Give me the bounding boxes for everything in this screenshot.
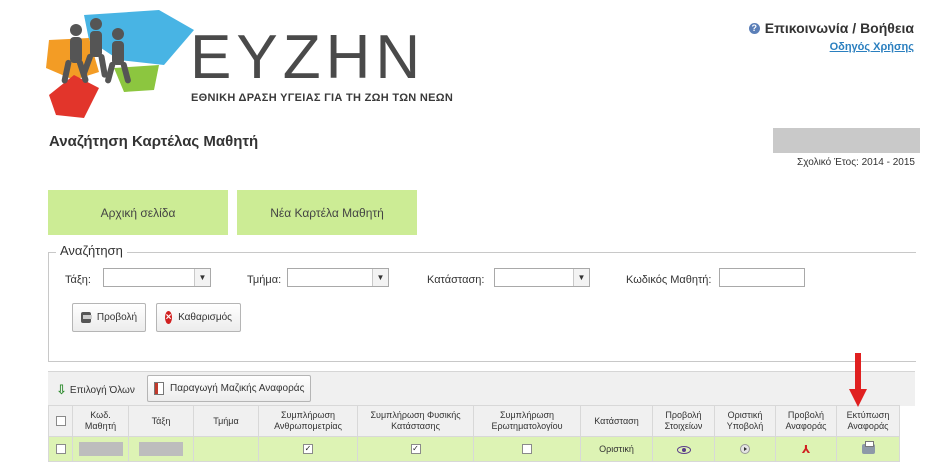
eye-icon[interactable] xyxy=(676,445,691,454)
clear-icon: × xyxy=(165,311,173,324)
header-status: Κατάσταση xyxy=(580,405,653,437)
section-select[interactable]: ▼ xyxy=(287,268,389,287)
cell-class xyxy=(128,436,194,462)
header-student-code: Κωδ. Μαθητή xyxy=(72,405,129,437)
mass-report-label: Παραγωγή Μαζικής Αναφοράς xyxy=(170,383,305,394)
user-guide-link[interactable]: Οδηγός Χρήσης xyxy=(830,41,914,53)
annotation-arrow-icon xyxy=(849,353,867,407)
chevron-down-icon: ▼ xyxy=(372,269,388,286)
search-legend: Αναζήτηση xyxy=(56,243,127,258)
question-icon: ? xyxy=(748,22,760,34)
binoculars-icon xyxy=(81,312,92,323)
clear-button-label: Καθαρισμός xyxy=(178,312,232,323)
cell-fitness: ✓ xyxy=(357,436,474,462)
cell-section xyxy=(193,436,259,462)
cell-view-report[interactable]: ⅄ xyxy=(775,436,837,462)
table-header-row: Κωδ. Μαθητή Τάξη Τμήμα Συμπλήρωση Ανθρωπ… xyxy=(48,405,900,437)
header-final-submit: Οριστική Υποβολή xyxy=(714,405,776,437)
class-label: Τάξη: xyxy=(65,274,91,286)
header-checkbox[interactable] xyxy=(55,416,66,427)
header-section: Τμήμα xyxy=(193,405,259,437)
home-button[interactable]: Αρχική σελίδα xyxy=(48,190,228,235)
page-title: Αναζήτηση Καρτέλας Μαθητή xyxy=(49,133,259,150)
status-select[interactable]: ▼ xyxy=(494,268,590,287)
logo-subtitle: ΕΘΝΙΚΗ ΔΡΑΣΗ ΥΓΕΙΑΣ ΓΙΑ ΤΗ ΖΩΗ ΤΩΝ ΝΕΩΝ xyxy=(191,92,454,104)
header-print-report: Εκτύπωση Αναφοράς xyxy=(836,405,900,437)
header-select[interactable] xyxy=(48,405,73,437)
cell-questionnaire xyxy=(473,436,581,462)
chevron-down-icon: ▼ xyxy=(194,269,210,286)
cell-status: Οριστική xyxy=(580,436,653,462)
questionnaire-checkbox xyxy=(522,444,532,455)
student-code-label: Κωδικός Μαθητή: xyxy=(626,274,712,286)
table-row: ✓ ✓ Οριστική ⅄ xyxy=(48,436,900,462)
chevron-down-icon: ▼ xyxy=(573,269,589,286)
report-icon xyxy=(154,382,164,395)
school-year: Σχολικό Έτος: 2014 - 2015 xyxy=(797,157,915,168)
school-name-redacted xyxy=(773,128,920,153)
cell-final-submit[interactable] xyxy=(714,436,776,462)
fitness-checkbox: ✓ xyxy=(410,444,421,455)
clear-button[interactable]: × Καθαρισμός xyxy=(156,303,241,332)
redacted-value xyxy=(139,442,183,456)
help-link-label: Επικοινωνία / Βοήθεια xyxy=(764,20,914,36)
select-all-button[interactable]: ⇩ Επιλογή Όλων xyxy=(56,382,135,398)
cell-student-code xyxy=(72,436,129,462)
redacted-value xyxy=(78,442,123,456)
section-label: Τμήμα: xyxy=(247,274,282,286)
cell-anthropometry: ✓ xyxy=(258,436,358,462)
status-label: Κατάσταση: xyxy=(427,274,485,286)
printer-icon[interactable] xyxy=(861,441,875,455)
select-all-label: Επιλογή Όλων xyxy=(69,384,135,396)
header-class: Τάξη xyxy=(128,405,194,437)
row-checkbox[interactable] xyxy=(55,444,66,455)
header-fitness: Συμπλήρωση Φυσικής Κατάστασης xyxy=(357,405,474,437)
cell-view-details[interactable] xyxy=(652,436,715,462)
cell-print-report[interactable] xyxy=(836,436,900,462)
results-table: Κωδ. Μαθητή Τάξη Τμήμα Συμπλήρωση Ανθρωπ… xyxy=(48,405,900,462)
mass-report-button[interactable]: Παραγωγή Μαζικής Αναφοράς xyxy=(147,375,312,402)
header-questionnaire: Συμπλήρωση Ερωτηματολογίου xyxy=(473,405,581,437)
anthropometry-checkbox: ✓ xyxy=(303,444,313,455)
view-button-label: Προβολή xyxy=(96,312,137,323)
header-anthropometry: Συμπλήρωση Ανθρωπομετρίας xyxy=(258,405,358,437)
student-code-input[interactable] xyxy=(719,268,805,287)
arrow-down-icon: ⇩ xyxy=(56,382,67,397)
row-select[interactable] xyxy=(48,436,73,462)
pdf-icon[interactable]: ⅄ xyxy=(802,443,810,456)
logo-title: ΕΥΖΗΝ xyxy=(190,23,426,92)
header-view-report: Προβολή Αναφοράς xyxy=(775,405,837,437)
view-button[interactable]: Προβολή xyxy=(72,303,146,332)
header-view-details: Προβολή Στοιχείων xyxy=(652,405,715,437)
help-link[interactable]: ? Επικοινωνία / Βοήθεια xyxy=(748,20,914,36)
class-select[interactable]: ▼ xyxy=(103,268,211,287)
new-student-card-button[interactable]: Νέα Καρτέλα Μαθητή xyxy=(237,190,417,235)
play-icon[interactable] xyxy=(740,444,750,455)
